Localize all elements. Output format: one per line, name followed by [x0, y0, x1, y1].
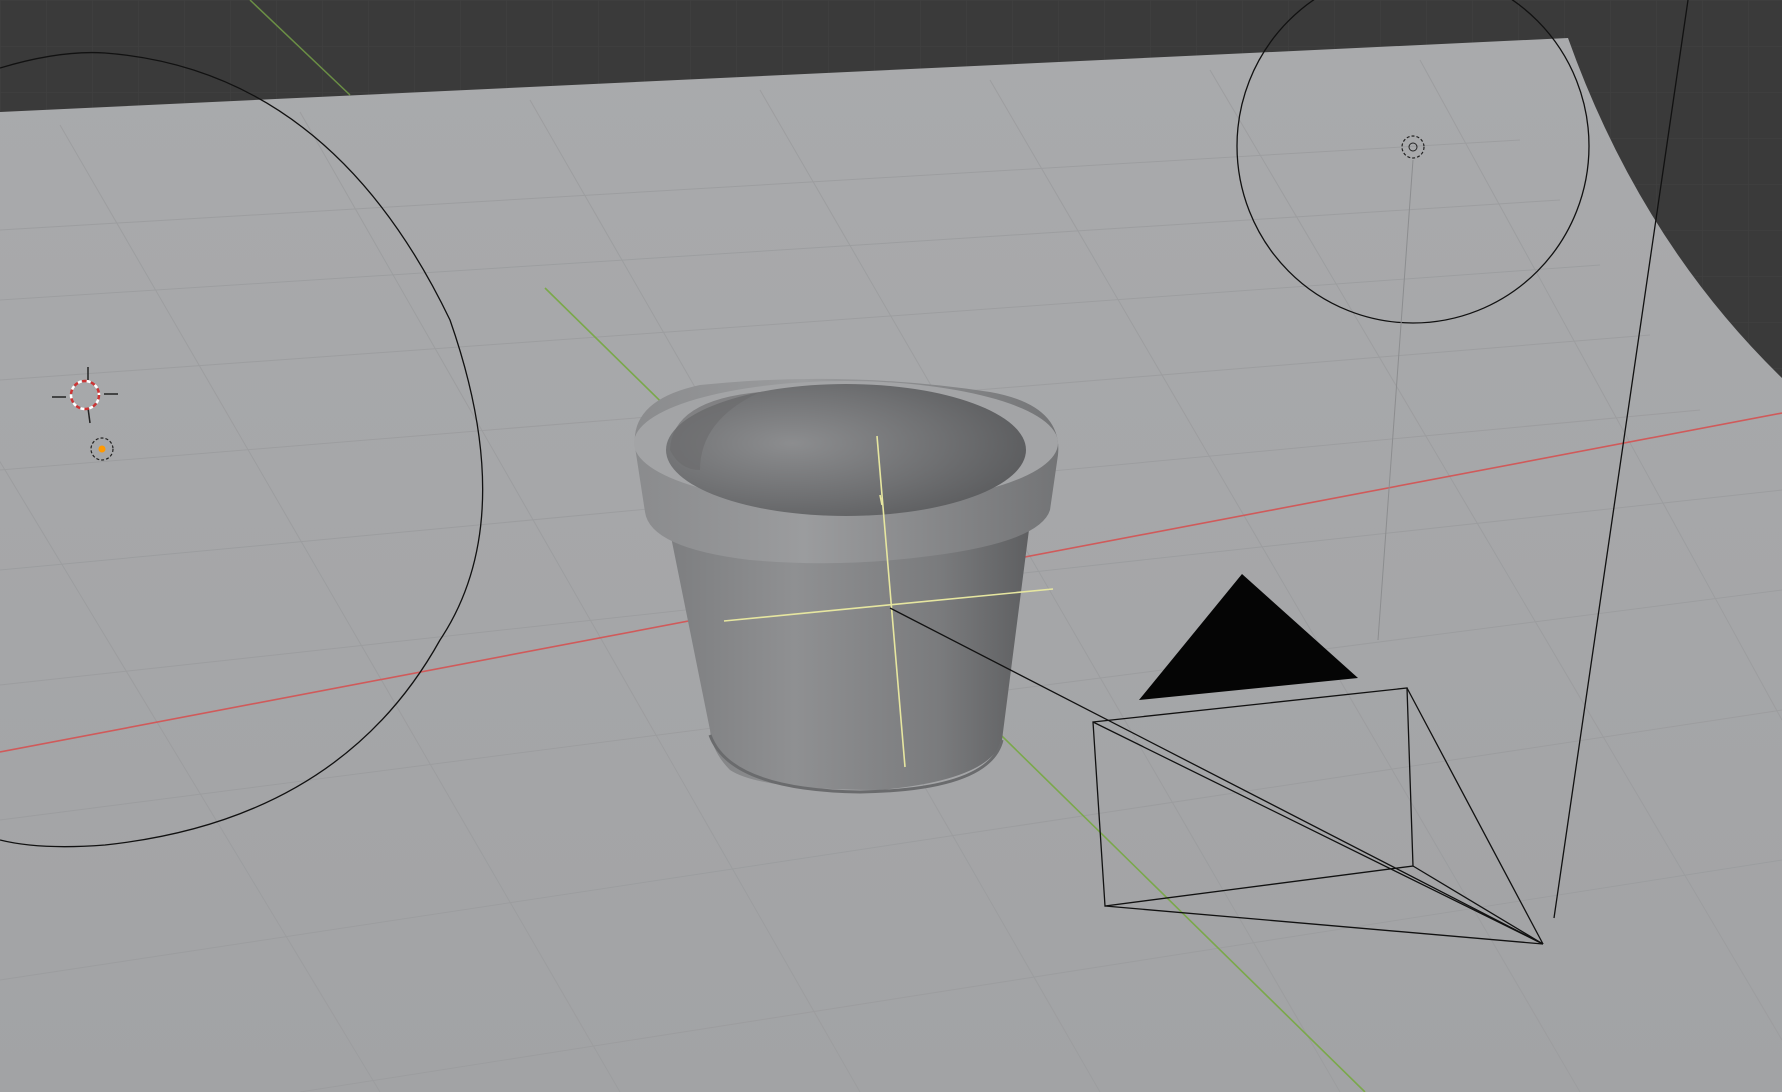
3d-viewport[interactable]	[0, 0, 1782, 1092]
